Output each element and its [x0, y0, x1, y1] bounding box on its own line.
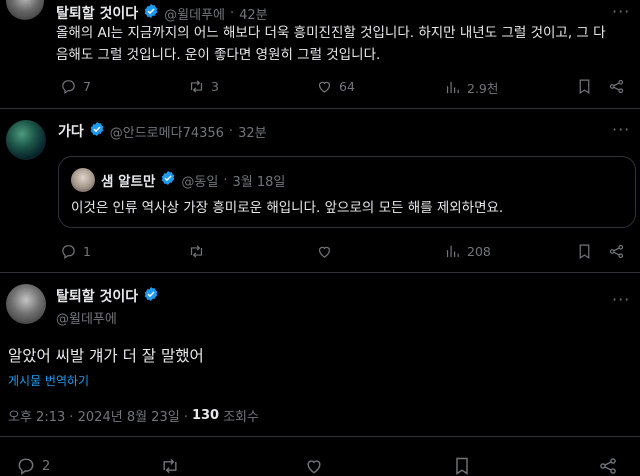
divider — [0, 108, 640, 109]
tweet-meta: 오후 2:13 · 2024년 8월 23일 · 130 조회수 — [8, 406, 259, 425]
share-button[interactable] — [608, 243, 625, 260]
reply-button[interactable]: 7 — [60, 78, 91, 95]
views-icon — [446, 245, 459, 258]
tweet-text-line-2: 음해도 그럴 것입니다. 운이 좋다면 영원히 그럴 것입니다. — [56, 47, 381, 63]
share-icon — [609, 79, 624, 94]
share-button[interactable] — [608, 78, 625, 95]
view-count: 130 — [191, 408, 220, 423]
divider — [0, 436, 640, 437]
retweet-icon — [190, 80, 203, 93]
more-icon[interactable]: ··· — [612, 290, 630, 309]
retweet-count: 3 — [211, 79, 219, 94]
timestamp[interactable]: 32분 — [238, 122, 267, 141]
reply-count: 1 — [83, 244, 91, 259]
retweet-button[interactable] — [160, 456, 180, 476]
like-icon — [318, 81, 331, 93]
share-button[interactable] — [598, 456, 618, 476]
more-icon[interactable]: ··· — [612, 2, 630, 21]
bookmark-button[interactable] — [576, 78, 593, 95]
tweet-text-line-1: 올해의 AI는 지금까지의 어느 해보다 더욱 흥미진진할 것입니다. 하지만 … — [56, 25, 606, 41]
separator: · — [228, 123, 234, 139]
action-bar: 7 3 64 2.9천 — [56, 78, 636, 98]
like-icon — [307, 460, 321, 474]
avatar[interactable] — [6, 0, 44, 20]
display-name[interactable]: 가다 — [58, 121, 84, 141]
tweet-text: 올해의 AI는 지금까지의 어느 해보다 더욱 흥미진진할 것입니다. 하지만 … — [56, 22, 636, 66]
bookmark-button[interactable] — [576, 243, 593, 260]
post-timestamp[interactable]: 오후 2:13 · 2024년 8월 23일 · — [8, 406, 188, 425]
like-button[interactable] — [304, 456, 324, 476]
action-bar: 2 — [8, 456, 632, 476]
views-button[interactable]: 2.9천 — [444, 78, 498, 97]
handle[interactable]: @안드로메다74356 — [110, 122, 224, 141]
views-icon — [446, 81, 459, 94]
share-icon — [600, 458, 616, 474]
verified-badge-icon — [160, 170, 176, 190]
verified-badge-icon — [143, 3, 159, 23]
bookmark-icon — [456, 457, 468, 475]
retweet-button[interactable]: 3 — [188, 78, 219, 95]
quote-display-name: 샘 알트만 — [101, 174, 156, 190]
timestamp[interactable]: 42분 — [239, 4, 268, 23]
reply-icon — [62, 245, 75, 260]
like-count: 64 — [339, 79, 355, 94]
quote-tweet[interactable]: 샘 알트만 @동일 · 3월 18일 이것은 인류 역사상 가장 흥미로운 해입… — [58, 156, 636, 228]
action-bar: 1 208 — [58, 243, 636, 263]
display-name[interactable]: 탈퇴할 것이다 — [56, 3, 138, 23]
quote-avatar — [71, 168, 95, 192]
view-label: 조회수 — [223, 410, 259, 425]
retweet-button[interactable] — [188, 243, 205, 260]
more-icon[interactable]: ··· — [612, 120, 630, 139]
reply-count: 7 — [83, 79, 91, 94]
verified-badge-icon — [143, 286, 159, 306]
quote-text: 이것은 인류 역사상 가장 흥미로운 해입니다. 앞으로의 모든 해를 제외하면… — [71, 200, 504, 216]
like-icon — [318, 246, 331, 258]
separator: · — [230, 5, 235, 21]
reply-icon — [18, 458, 34, 475]
handle[interactable]: @윌데푸에 — [164, 4, 225, 23]
avatar[interactable] — [6, 120, 46, 160]
reply-button[interactable]: 1 — [60, 243, 91, 260]
views-count: 208 — [467, 244, 491, 259]
reply-count: 2 — [42, 458, 51, 474]
translate-link[interactable]: 게시물 번역하기 — [8, 372, 89, 389]
like-button[interactable]: 64 — [316, 78, 355, 95]
retweet-icon — [163, 458, 177, 474]
bookmark-icon — [579, 244, 590, 260]
reply-icon — [62, 80, 75, 95]
handle[interactable]: @윌데푸에 — [56, 308, 117, 327]
quote-handle: @동일 — [181, 174, 219, 190]
views-count: 2.9천 — [467, 81, 499, 96]
retweet-icon — [190, 245, 203, 258]
like-button[interactable] — [316, 243, 333, 260]
verified-badge-icon — [89, 121, 105, 141]
quote-timestamp: 3월 18일 — [232, 174, 286, 190]
tweet-text: 알았어 씨발 걔가 더 잘 말했어 — [8, 347, 204, 365]
divider — [0, 272, 640, 273]
avatar[interactable] — [6, 284, 46, 324]
bookmark-icon — [579, 79, 590, 95]
reply-button[interactable]: 2 — [16, 456, 50, 476]
display-name[interactable]: 탈퇴할 것이다 — [56, 286, 138, 306]
bookmark-button[interactable] — [452, 456, 472, 476]
views-button[interactable]: 208 — [444, 243, 491, 260]
separator: · — [223, 172, 228, 188]
share-icon — [609, 244, 624, 259]
